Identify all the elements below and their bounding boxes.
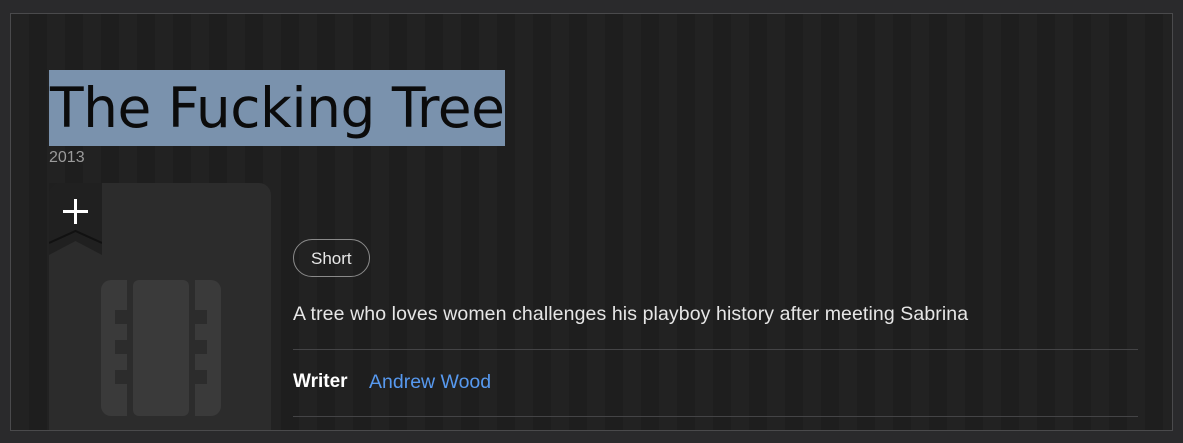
film-icon: [101, 280, 221, 416]
writer-link[interactable]: Andrew Wood: [369, 371, 491, 394]
divider: [293, 349, 1138, 350]
title-hero-panel: The Fucking Tree 2013 Short A tree who l…: [10, 13, 1173, 431]
page-title: The Fucking Tree: [50, 76, 505, 140]
title-selection-highlight: The Fucking Tree: [49, 70, 506, 146]
genre-chip[interactable]: Short: [293, 239, 370, 277]
plus-icon: [49, 183, 102, 255]
writer-label: Writer: [293, 371, 348, 392]
plot-summary: A tree who loves women challenges his pl…: [293, 303, 969, 325]
divider: [293, 416, 1138, 417]
add-to-watchlist-button[interactable]: [49, 183, 102, 255]
release-year: 2013: [49, 149, 85, 166]
